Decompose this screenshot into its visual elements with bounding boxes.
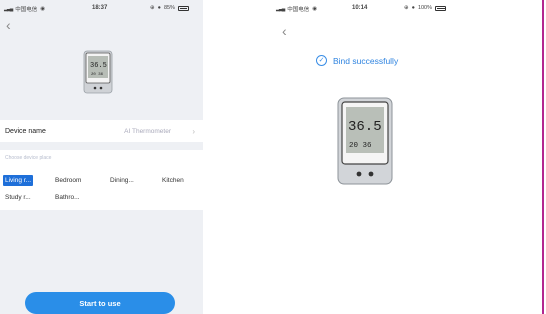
location-icon: ●: [157, 5, 161, 11]
device-place-section: Choose device place Living r... Bedroom …: [0, 150, 203, 210]
signal-icon: ▂▃▄: [4, 6, 13, 12]
place-section-title: Choose device place: [5, 155, 52, 161]
add-device-screen: ▂▃▄ 中国电信 ◉ 18:37 ⊕ ● 85% ‹ 36.5 20 36 De…: [0, 0, 203, 314]
wifi-icon: ◉: [40, 6, 46, 12]
place-chip-kitchen[interactable]: Kitchen: [160, 175, 186, 186]
device-name-label: Device name: [5, 127, 46, 135]
place-chip-bathroom[interactable]: Bathro...: [53, 192, 82, 203]
check-circle-icon: ✓: [316, 55, 327, 66]
place-chip-living-room[interactable]: Living r...: [3, 175, 34, 186]
bind-success-screen: ▂▃▄ 中国电信 ◉ 10:14 ⊕ ● 100% ‹ ✓ Bind succe…: [266, 0, 466, 314]
battery-percent: 85%: [163, 5, 175, 11]
wifi-icon: ◉: [312, 6, 318, 12]
status-right-group: ⊕ ● 85%: [150, 5, 189, 11]
device-temp-text: 36.5: [348, 119, 382, 135]
carrier-label: 中国电信: [287, 7, 310, 13]
battery-icon: [435, 5, 447, 11]
battery-icon: [177, 5, 189, 11]
status-bar: ▂▃▄ 中国电信 ◉ 18:37 ⊕ ● 85%: [0, 0, 203, 16]
device-temp-text: 36.5: [90, 62, 107, 70]
status-time: 10:14: [352, 5, 368, 11]
battery-percent: 100%: [417, 5, 433, 11]
thermometer-device-image: 36.5 20 36: [83, 50, 113, 94]
location-icon: ●: [411, 5, 415, 11]
carrier-label: 中国电信: [15, 7, 38, 13]
bind-status: ✓ Bind successfully: [316, 55, 398, 66]
signal-icon: ▂▃▄: [276, 6, 285, 12]
status-carrier-group: ▂▃▄ 中国电信 ◉: [4, 5, 45, 13]
device-name-row[interactable]: Device name AI Thermometer ›: [0, 120, 203, 142]
chevron-right-icon: ›: [192, 126, 195, 136]
device-secondary-text: 20 36: [349, 142, 372, 150]
status-carrier-group: ▂▃▄ 中国电信 ◉: [276, 5, 317, 13]
start-to-use-button[interactable]: Start to use: [25, 292, 175, 314]
place-chip-dining[interactable]: Dining...: [108, 175, 136, 186]
place-chip-study-room[interactable]: Study r...: [3, 192, 33, 203]
device-secondary-text: 20 36: [91, 73, 104, 77]
status-right-group: ⊕ ● 100%: [404, 5, 447, 11]
alarm-icon: ⊕: [150, 5, 155, 11]
place-chip-bedroom[interactable]: Bedroom: [53, 175, 83, 186]
bind-success-message: Bind successfully: [333, 55, 399, 66]
frame-border: [542, 0, 544, 314]
alarm-icon: ⊕: [404, 5, 409, 11]
back-arrow-icon[interactable]: ‹: [282, 24, 287, 38]
thermometer-device-image: 36.5 20 36: [337, 97, 393, 185]
back-arrow-icon[interactable]: ‹: [6, 18, 11, 32]
device-name-value: AI Thermometer: [124, 127, 171, 135]
status-bar: ▂▃▄ 中国电信 ◉ 10:14 ⊕ ● 100%: [266, 0, 466, 16]
status-time: 18:37: [92, 5, 108, 11]
